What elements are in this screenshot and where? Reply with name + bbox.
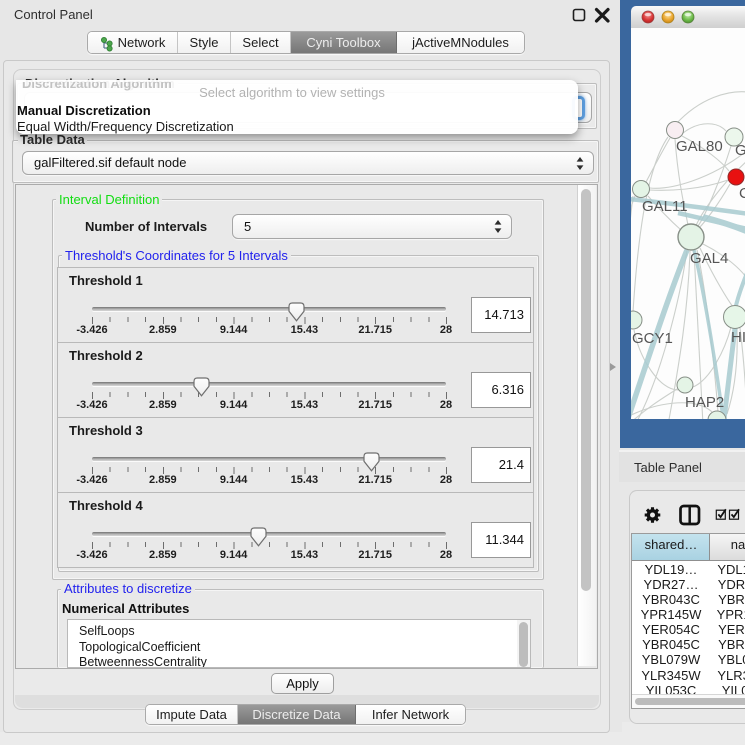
svg-text:GAL4: GAL4	[690, 250, 728, 267]
svg-text:HAP2: HAP2	[685, 394, 724, 411]
svg-text:CDC: CDC	[739, 185, 745, 202]
svg-text:GCY1: GCY1	[632, 330, 673, 347]
svg-text:GAL…: GAL…	[735, 142, 745, 159]
svg-text:GAL80: GAL80	[676, 138, 723, 155]
svg-text:HIS: HIS	[731, 329, 745, 346]
svg-text:GAL11: GAL11	[642, 198, 688, 215]
